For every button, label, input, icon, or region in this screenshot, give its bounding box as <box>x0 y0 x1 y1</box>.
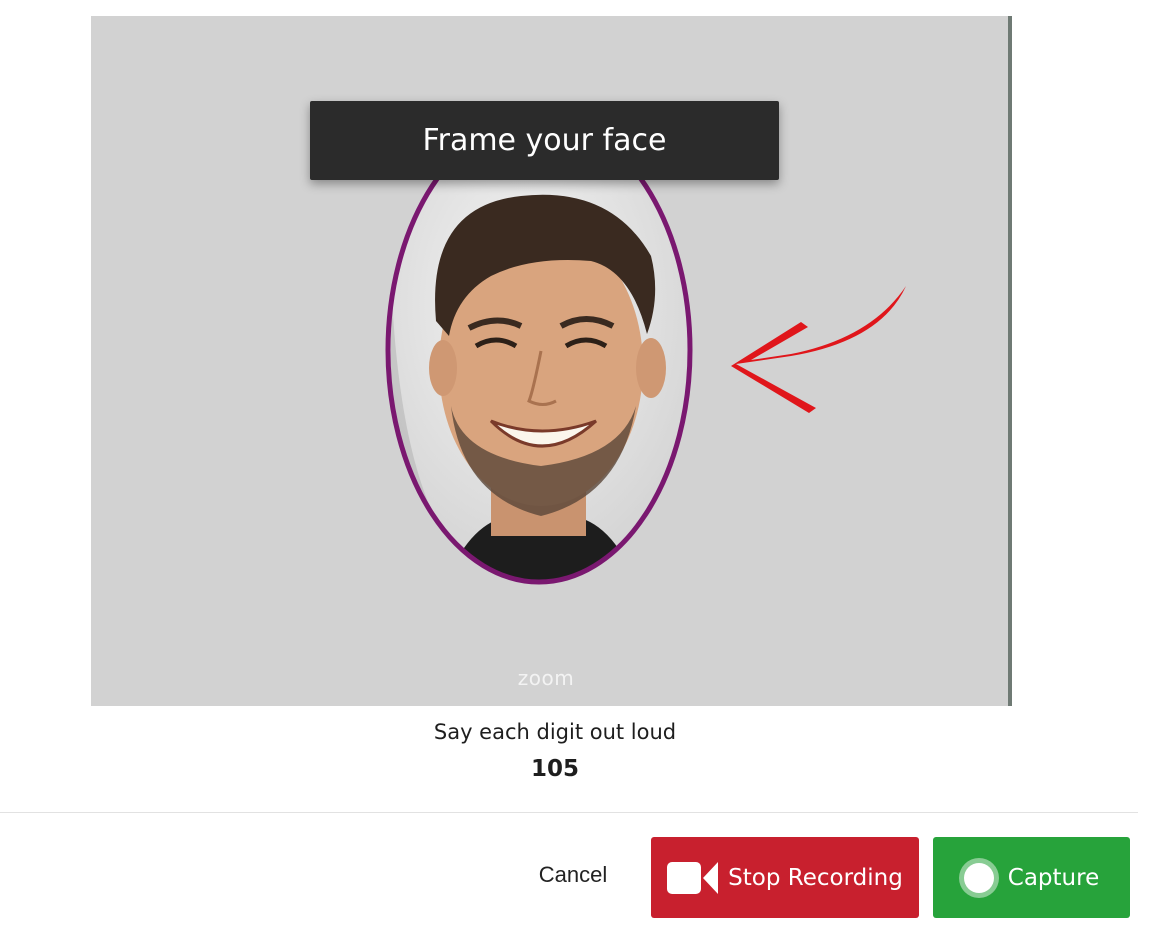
video-camera-icon <box>667 861 719 894</box>
digit-code: 105 <box>530 756 579 782</box>
camera-preview: Frame your face zoom <box>91 16 1012 706</box>
footer-divider <box>0 812 1138 813</box>
capture-button[interactable]: Capture <box>933 837 1130 918</box>
stop-recording-label: Stop Recording <box>728 864 903 891</box>
capture-label: Capture <box>1007 864 1100 891</box>
digit-instruction: Say each digit out loud <box>433 720 677 744</box>
arrow-icon <box>731 286 906 413</box>
cancel-button[interactable]: Cancel <box>522 852 624 898</box>
stop-recording-button[interactable]: Stop Recording <box>651 837 919 918</box>
zoom-watermark: zoom <box>517 666 575 690</box>
frame-face-banner: Frame your face <box>310 101 779 180</box>
record-dot-icon <box>963 862 994 893</box>
